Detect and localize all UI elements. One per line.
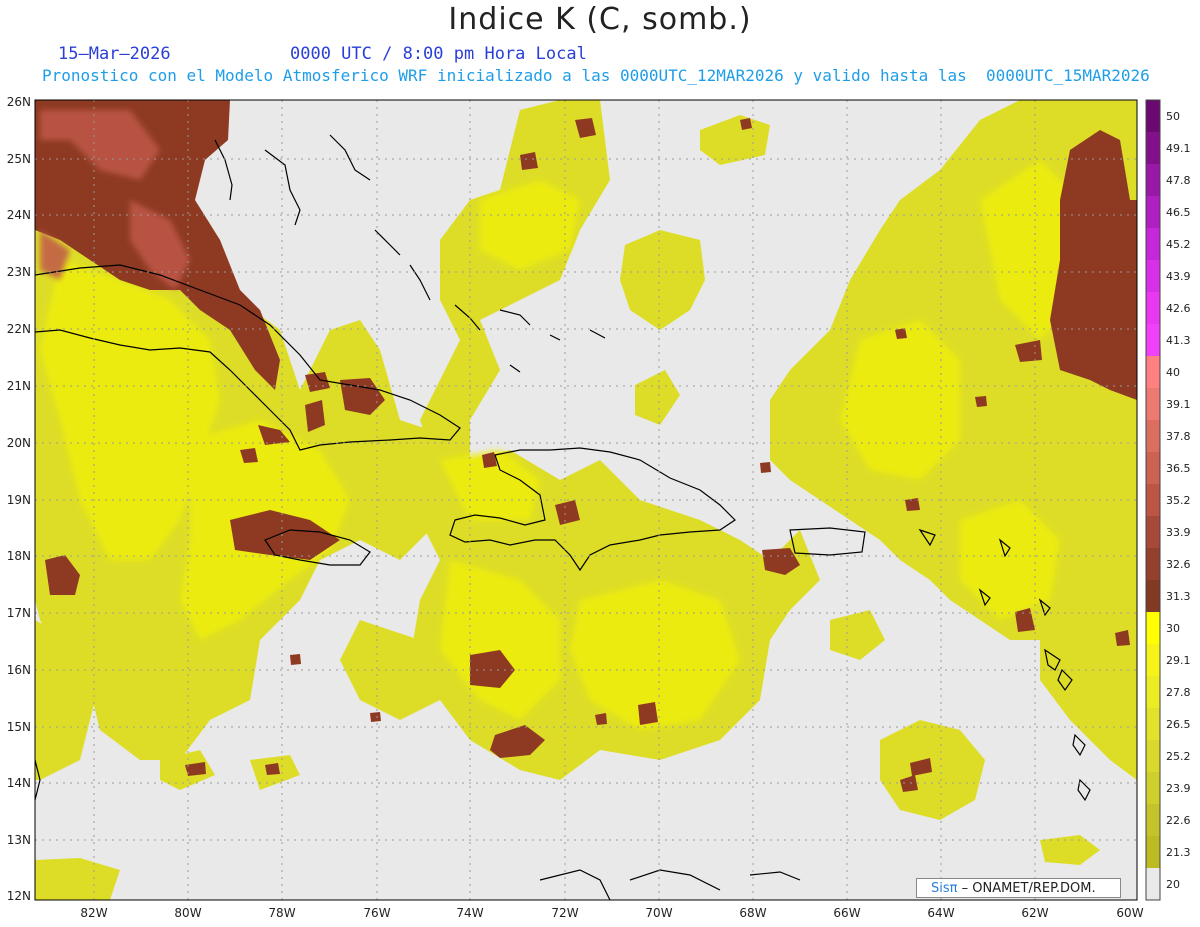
colorbar-level-label: 33.9: [1166, 526, 1191, 539]
colorbar-swatch: [1146, 164, 1160, 197]
lat-tick-14n: 14N: [7, 776, 31, 790]
colorbar-level-label: 20: [1166, 878, 1180, 891]
lon-tick-68w: 68W: [739, 906, 766, 920]
colorbar-swatch: [1146, 708, 1160, 741]
lon-tick-80w: 80W: [174, 906, 201, 920]
colorbar-swatch: [1146, 612, 1160, 645]
colorbar-swatch: [1146, 484, 1160, 517]
lat-tick-26n: 26N: [7, 95, 31, 109]
colorbar-swatch: [1146, 260, 1160, 293]
k-index-map: 82W 80W 78W 76W 74W 72W 70W 68W 66W 64W …: [7, 95, 1191, 920]
latitude-labels: 12N 13N 14N 15N 16N 17N 18N 19N 20N 21N …: [7, 95, 31, 903]
lon-tick-76w: 76W: [363, 906, 390, 920]
colorbar-level-label: 30: [1166, 622, 1180, 635]
lon-tick-62w: 62W: [1021, 906, 1048, 920]
colorbar-swatch: [1146, 580, 1160, 613]
colorbar-level-label: 25.2: [1166, 750, 1191, 763]
colorbar-level-label: 37.8: [1166, 430, 1191, 443]
colorbar-level-label: 43.9: [1166, 270, 1191, 283]
lon-tick-74w: 74W: [456, 906, 483, 920]
colorbar-swatch: [1146, 132, 1160, 165]
colorbar: 50 49.1 47.8 46.5 45.2 43.9 42.6 41.3 40 39.1 37.8…: [1145, 99, 1191, 901]
colorbar-swatch: [1146, 324, 1160, 357]
lon-tick-72w: 72W: [551, 906, 578, 920]
lat-tick-21n: 21N: [7, 379, 31, 393]
colorbar-swatch: [1146, 644, 1160, 677]
lat-tick-18n: 18N: [7, 549, 31, 563]
colorbar-level-label: 23.9: [1166, 782, 1191, 795]
lat-tick-25n: 25N: [7, 152, 31, 166]
longitude-labels: 82W 80W 78W 76W 74W 72W 70W 68W 66W 64W …: [80, 906, 1143, 920]
lat-tick-17n: 17N: [7, 606, 31, 620]
lat-tick-23n: 23N: [7, 265, 31, 279]
colorbar-swatch: [1146, 356, 1160, 389]
colorbar-swatch: [1146, 676, 1160, 709]
colorbar-swatch: [1146, 196, 1160, 229]
colorbar-level-label: 41.3: [1166, 334, 1191, 347]
sispi-logo: Sisπ: [931, 881, 958, 896]
colorbar-level-label: 32.6: [1166, 558, 1191, 571]
colorbar-level-label: 39.1: [1166, 398, 1191, 411]
colorbar-swatch: [1146, 228, 1160, 261]
colorbar-level-label: 21.3: [1166, 846, 1191, 859]
colorbar-level-label: 26.5: [1166, 718, 1191, 731]
colorbar-level-label: 22.6: [1166, 814, 1191, 827]
colorbar-swatch: [1146, 548, 1160, 581]
lat-tick-16n: 16N: [7, 663, 31, 677]
colorbar-swatch: [1146, 100, 1160, 133]
lat-tick-15n: 15N: [7, 720, 31, 734]
credit-text: – ONAMET/REP.DOM.: [961, 881, 1096, 896]
colorbar-swatch: [1146, 772, 1160, 805]
lat-tick-20n: 20N: [7, 436, 31, 450]
colorbar-level-label: 42.6: [1166, 302, 1191, 315]
colorbar-level-label: 40: [1166, 366, 1180, 379]
lat-tick-12n: 12N: [7, 889, 31, 903]
lat-tick-24n: 24N: [7, 208, 31, 222]
lon-tick-60w: 60W: [1116, 906, 1143, 920]
lat-tick-13n: 13N: [7, 833, 31, 847]
colorbar-swatch: [1146, 516, 1160, 549]
colorbar-level-label: 49.1: [1166, 142, 1191, 155]
lon-tick-66w: 66W: [833, 906, 860, 920]
colorbar-swatch: [1146, 804, 1160, 837]
colorbar-swatch: [1146, 836, 1160, 869]
lon-tick-64w: 64W: [927, 906, 954, 920]
colorbar-level-label: 50: [1166, 110, 1180, 123]
lat-tick-19n: 19N: [7, 493, 31, 507]
colorbar-level-label: 31.3: [1166, 590, 1191, 603]
colorbar-swatch: [1146, 740, 1160, 773]
lon-tick-70w: 70W: [645, 906, 672, 920]
colorbar-level-label: 35.2: [1166, 494, 1191, 507]
colorbar-swatch: [1146, 388, 1160, 421]
lon-tick-82w: 82W: [80, 906, 107, 920]
colorbar-level-label: 27.8: [1166, 686, 1191, 699]
colorbar-level-label: 45.2: [1166, 238, 1191, 251]
colorbar-swatch: [1146, 868, 1160, 901]
colorbar-level-label: 29.1: [1166, 654, 1191, 667]
colorbar-level-label: 36.5: [1166, 462, 1191, 475]
colorbar-swatch: [1146, 420, 1160, 453]
credit-box: Sisπ – ONAMET/REP.DOM.: [916, 878, 1121, 898]
lon-tick-78w: 78W: [268, 906, 295, 920]
colorbar-swatch: [1146, 452, 1160, 485]
colorbar-level-label: 47.8: [1166, 174, 1191, 187]
lat-tick-22n: 22N: [7, 322, 31, 336]
colorbar-level-label: 46.5: [1166, 206, 1191, 219]
colorbar-swatch: [1146, 292, 1160, 325]
